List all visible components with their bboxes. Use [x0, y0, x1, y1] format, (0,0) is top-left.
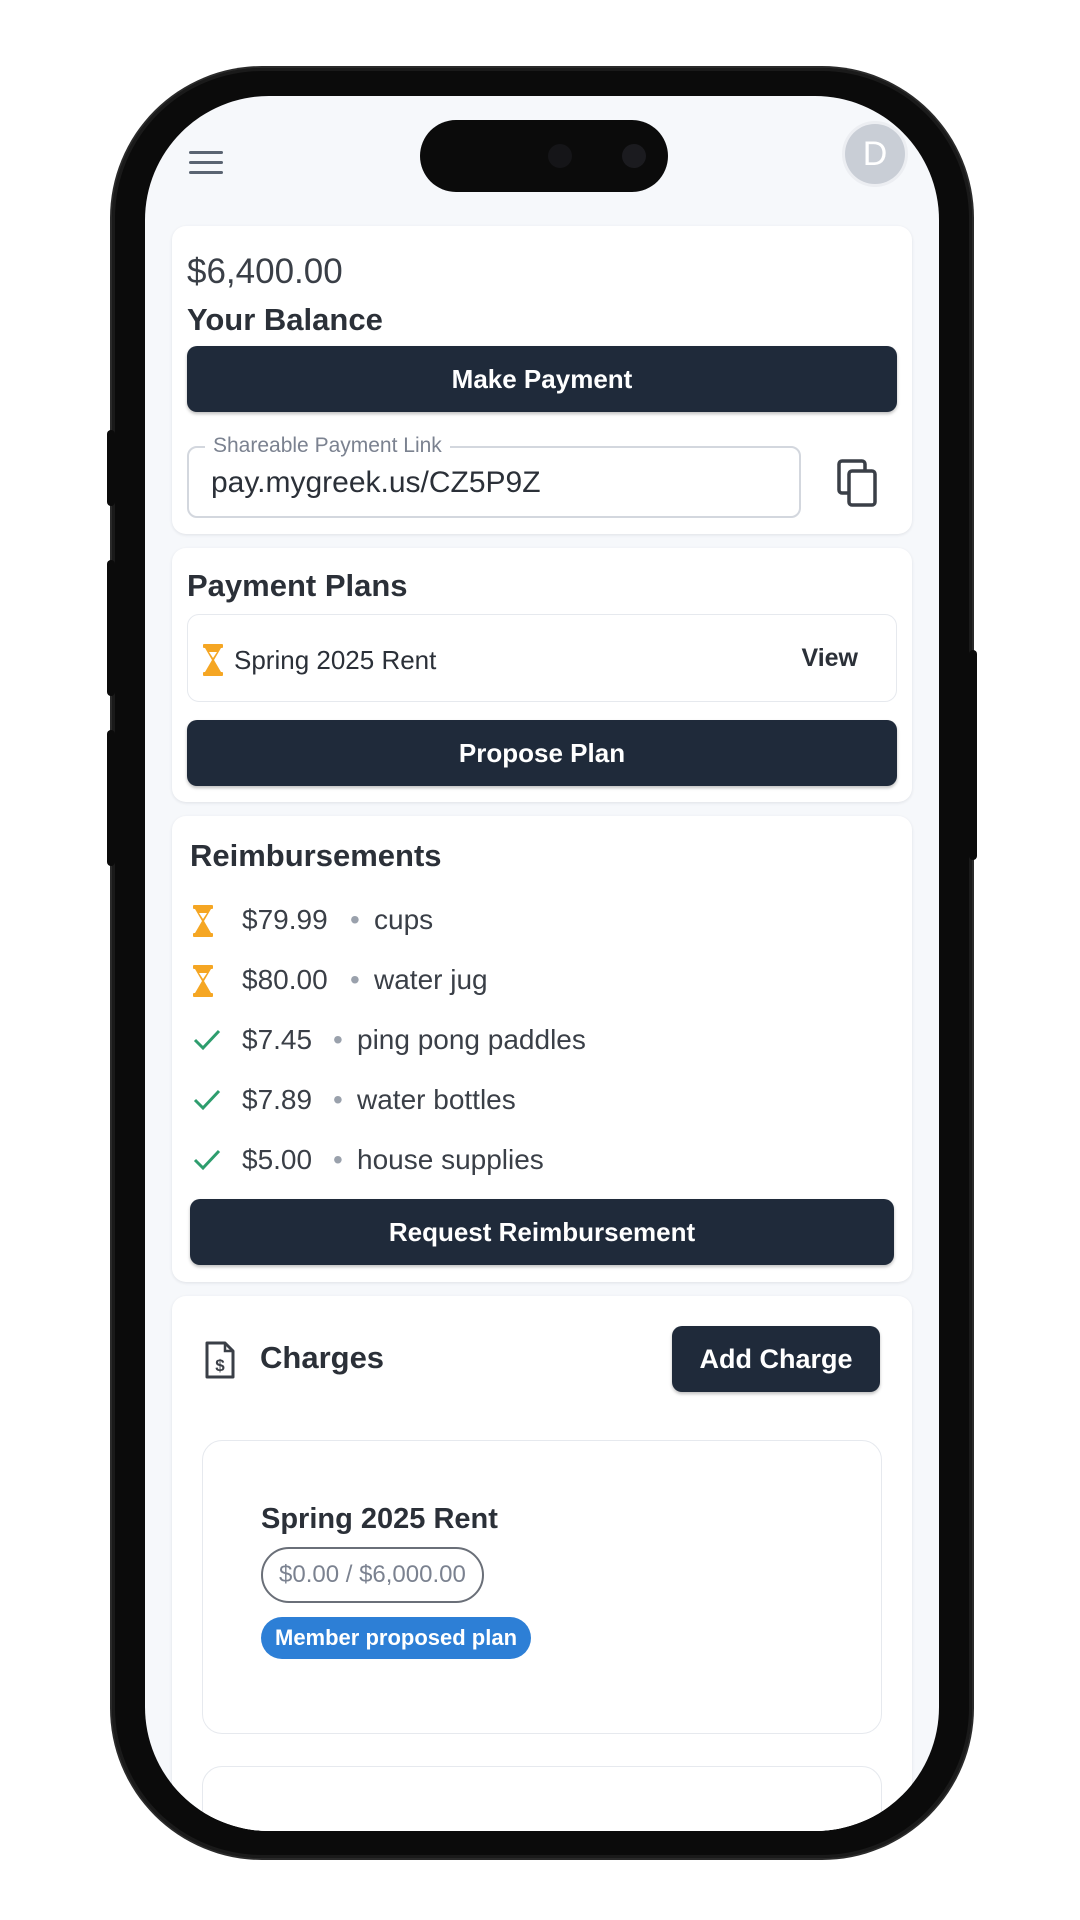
reimbursement-item[interactable]: $79.99 • cups [192, 896, 892, 944]
request-reimbursement-button[interactable]: Request Reimbursement [190, 1199, 894, 1265]
separator-dot: • [350, 964, 360, 995]
charge-item[interactable] [202, 1766, 882, 1831]
payment-plan-name: Spring 2025 Rent [234, 645, 437, 675]
reimbursement-description: ping pong paddles [357, 1024, 586, 1055]
payment-link-value[interactable]: pay.mygreek.us/CZ5P9Z [211, 466, 541, 500]
reimbursement-amount: $80.00 [242, 964, 328, 995]
reimbursements-title: Reimbursements [190, 838, 442, 873]
status-badge: Member proposed plan [261, 1617, 532, 1659]
charges-title: Charges [260, 1340, 385, 1375]
payment-plans-title: Payment Plans [187, 568, 408, 603]
phone-power-button [969, 650, 977, 860]
view-plan-button[interactable]: View [801, 644, 858, 673]
charge-amount-pill: $0.00 / $6,000.00 [261, 1547, 484, 1603]
payment-link-field[interactable]: Shareable Payment Link pay.mygreek.us/CZ… [187, 434, 801, 518]
separator-dot: • [350, 904, 360, 935]
copy-icon[interactable] [835, 457, 883, 509]
check-icon [192, 1084, 222, 1119]
reimbursement-amount: $79.99 [242, 904, 328, 935]
reimbursement-item[interactable]: $5.00 • house supplies [192, 1136, 892, 1184]
reimbursement-item[interactable]: $80.00 • water jug [192, 956, 892, 1004]
hamburger-menu-icon[interactable] [187, 142, 227, 182]
reimbursement-amount: $5.00 [242, 1144, 313, 1175]
dynamic-island [420, 120, 668, 192]
phone-volume-down [107, 730, 115, 866]
separator-dot: • [333, 1144, 343, 1175]
reimbursement-description: water jug [374, 964, 488, 995]
add-charge-button[interactable]: Add Charge [672, 1326, 880, 1392]
reimbursements-card: Reimbursements $79.99 • cups $80.00 • wa… [172, 816, 912, 1282]
reimbursement-amount: $7.45 [242, 1024, 313, 1055]
payment-plan-row[interactable]: Spring 2025 Rent View [187, 614, 897, 702]
hourglass-icon [192, 904, 214, 943]
hourglass-icon [192, 964, 214, 1003]
reimbursement-description: cups [374, 904, 434, 935]
check-icon [192, 1144, 222, 1179]
charges-card: $ Charges Add Charge Spring 2025 Rent $0… [172, 1296, 912, 1831]
app-screen: D $6,400.00 Your Balance Make Payment Sh… [145, 96, 939, 1831]
balance-amount: $6,400.00 [187, 252, 343, 291]
phone-silent-switch [107, 430, 115, 506]
invoice-dollar-icon: $ [204, 1340, 236, 1385]
reimbursement-description: water bottles [357, 1084, 516, 1115]
reimbursement-item[interactable]: $7.45 • ping pong paddles [192, 1016, 892, 1064]
balance-card: $6,400.00 Your Balance Make Payment Shar… [172, 226, 912, 534]
make-payment-button[interactable]: Make Payment [187, 346, 897, 412]
svg-text:$: $ [215, 1356, 225, 1375]
reimbursement-description: house supplies [357, 1144, 544, 1175]
avatar[interactable]: D [845, 124, 905, 184]
payment-plans-card: Payment Plans Spring 2025 Rent View Prop… [172, 548, 912, 802]
charge-name: Spring 2025 Rent [261, 1503, 498, 1535]
separator-dot: • [333, 1024, 343, 1055]
charge-item[interactable]: Spring 2025 Rent $0.00 / $6,000.00 Membe… [202, 1440, 882, 1734]
balance-label: Your Balance [187, 302, 383, 337]
reimbursement-item[interactable]: $7.89 • water bottles [192, 1076, 892, 1124]
check-icon [192, 1024, 222, 1059]
hourglass-icon [202, 643, 224, 682]
camera [622, 144, 646, 168]
phone-volume-up [107, 560, 115, 696]
separator-dot: • [333, 1084, 343, 1115]
propose-plan-button[interactable]: Propose Plan [187, 720, 897, 786]
payment-link-label: Shareable Payment Link [205, 434, 450, 458]
reimbursement-amount: $7.89 [242, 1084, 313, 1115]
